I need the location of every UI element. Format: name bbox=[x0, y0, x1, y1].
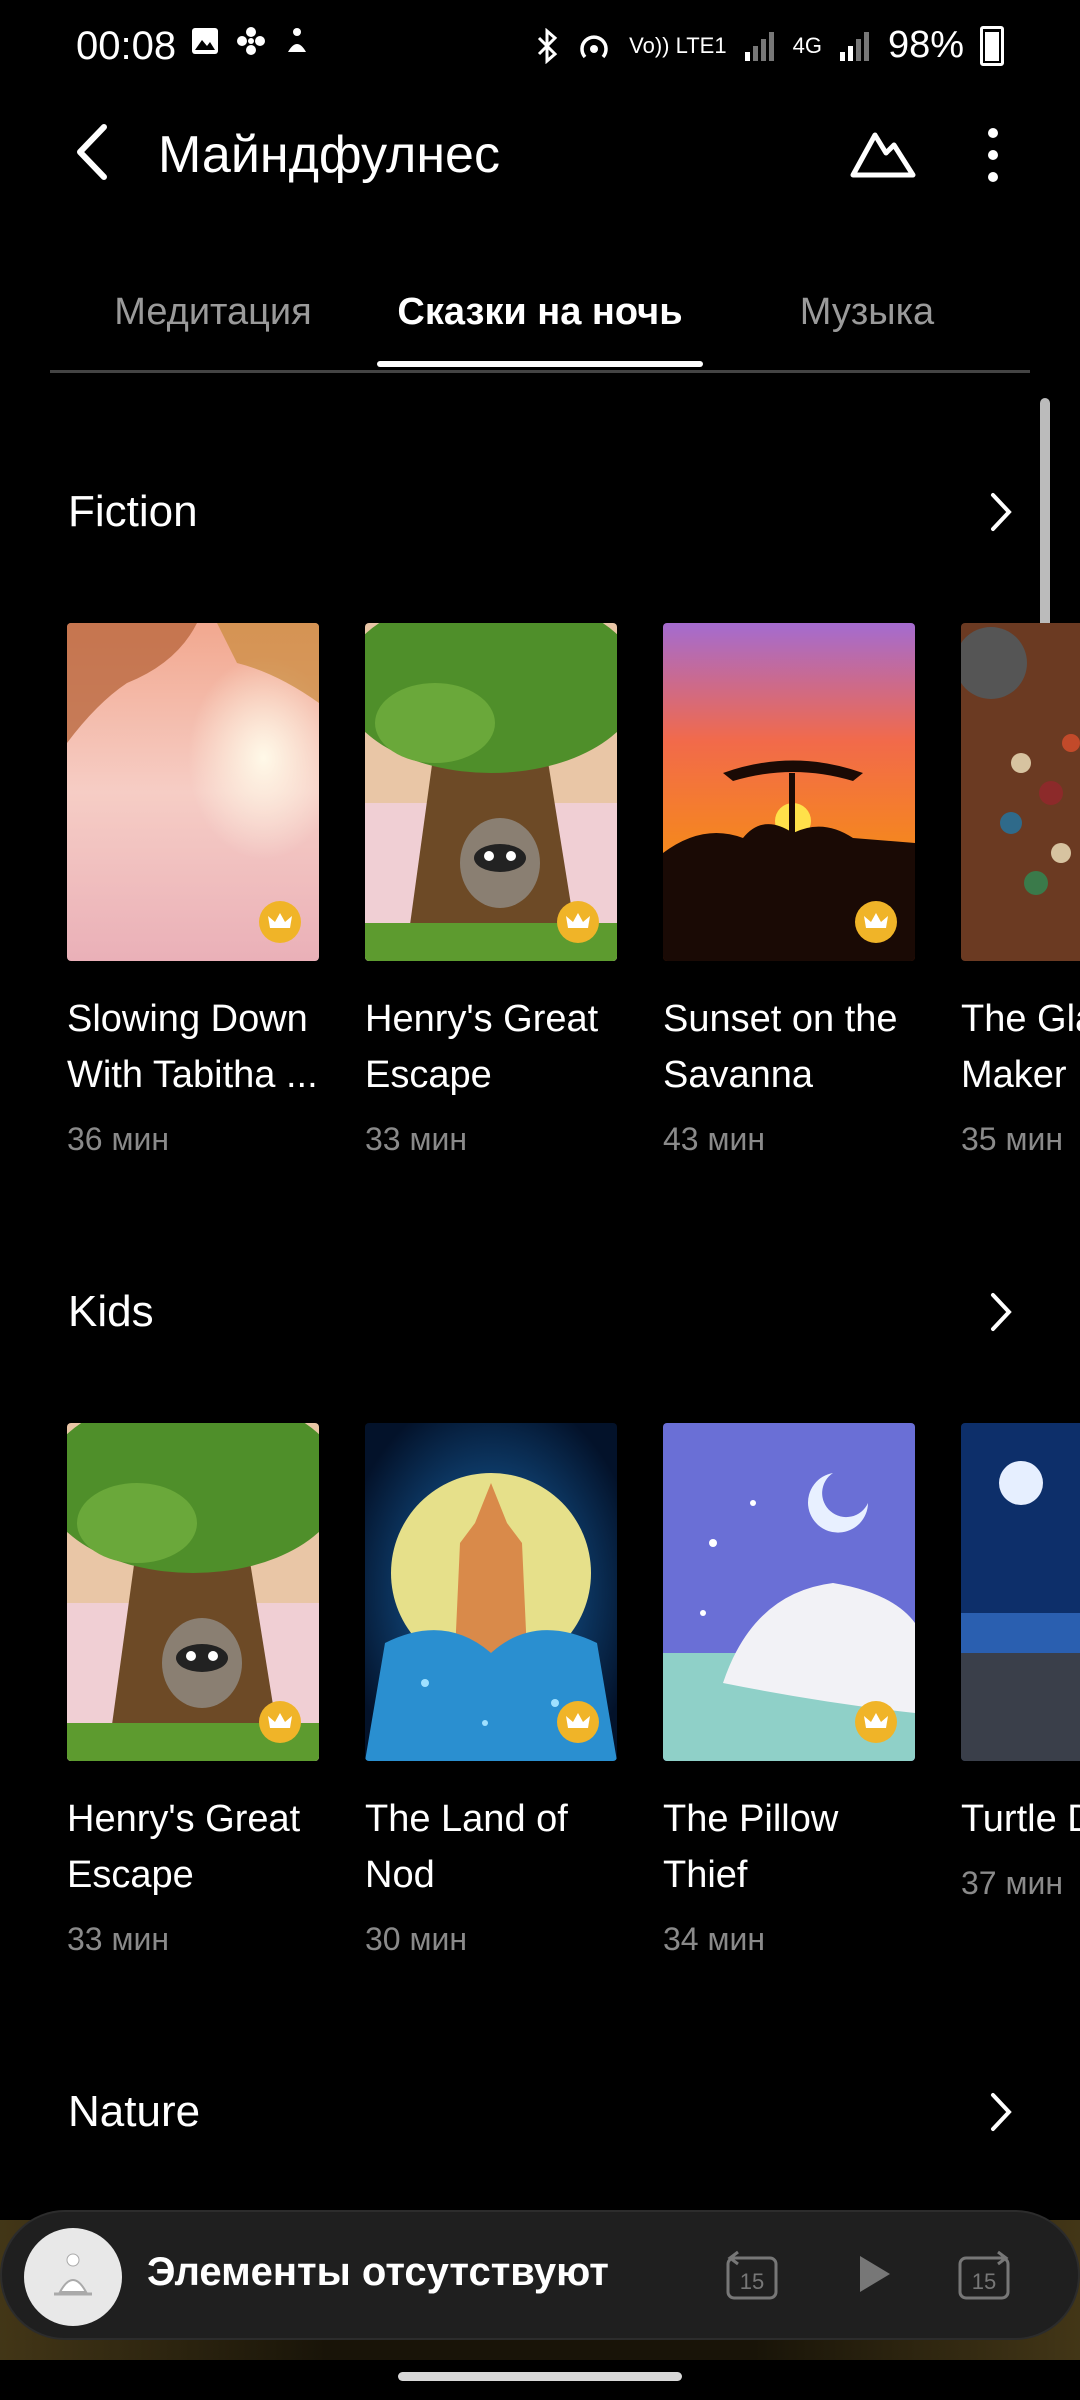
chevron-right-icon[interactable] bbox=[985, 487, 1017, 537]
chevron-right-icon[interactable] bbox=[985, 1287, 1017, 1337]
forward-15-icon[interactable]: 15 bbox=[952, 2242, 1016, 2306]
kebab-icon[interactable] bbox=[978, 125, 1008, 185]
story-title-line2: Nod bbox=[365, 1854, 435, 1896]
section-title-kids: Kids bbox=[68, 1287, 154, 1336]
crown-icon bbox=[259, 1701, 301, 1743]
crown-icon bbox=[557, 901, 599, 943]
story-card[interactable]: The Gla Maker 35 мин bbox=[961, 623, 1080, 1158]
mountain-icon[interactable] bbox=[850, 125, 916, 181]
crown-icon bbox=[855, 901, 897, 943]
volte-label: Vo)) LTE1 bbox=[629, 32, 727, 58]
story-thumbnail bbox=[961, 1423, 1080, 1761]
section-title-fiction: Fiction bbox=[68, 487, 198, 536]
story-duration: 36 мин bbox=[67, 1121, 170, 1157]
story-card[interactable]: The Pillow Thief 34 мин bbox=[663, 1423, 915, 1958]
gallery-icon bbox=[192, 28, 218, 54]
network-type: 4G bbox=[792, 32, 822, 58]
story-card[interactable]: Slowing Down With Tabitha ... 36 мин bbox=[67, 623, 319, 1158]
meditation-status-icon bbox=[288, 28, 306, 52]
battery-percent: 98% bbox=[887, 24, 964, 66]
tab-bar: Медитация Сказки на ночь Музыка bbox=[50, 260, 1030, 373]
rewind-15-icon[interactable]: 15 bbox=[720, 2242, 784, 2306]
story-title-line1: Henry's Great bbox=[365, 998, 599, 1040]
story-card[interactable]: Sunset on the Savanna 43 мин bbox=[663, 623, 915, 1158]
story-title-line1: Turtle D bbox=[961, 1798, 1080, 1840]
story-title-line1: Sunset on the bbox=[663, 998, 898, 1040]
story-card[interactable]: Turtle D 37 мин bbox=[961, 1423, 1080, 1902]
story-duration: 43 мин bbox=[663, 1121, 766, 1157]
story-title-line2: With Tabitha ... bbox=[67, 1054, 318, 1096]
active-tab-indicator bbox=[377, 361, 703, 367]
story-thumbnail bbox=[961, 623, 1080, 961]
story-thumbnail bbox=[67, 1423, 319, 1761]
rewind-15-label: 15 bbox=[740, 2269, 764, 2294]
story-title-line2: Escape bbox=[67, 1854, 194, 1896]
battery-icon bbox=[980, 25, 1004, 66]
story-thumbnail bbox=[663, 623, 915, 961]
crown-icon bbox=[259, 901, 301, 943]
story-title-line2: Maker bbox=[961, 1054, 1067, 1096]
story-card[interactable]: Henry's Great Escape 33 мин bbox=[67, 1423, 319, 1958]
story-duration: 33 мин bbox=[67, 1921, 170, 1957]
story-title-line1: Slowing Down bbox=[67, 998, 308, 1040]
bluetooth-icon bbox=[538, 27, 558, 64]
story-title-line2: Savanna bbox=[663, 1054, 814, 1096]
signal-icon bbox=[744, 31, 774, 61]
player-artwork bbox=[24, 2228, 122, 2326]
signal-icon-2 bbox=[839, 31, 869, 61]
story-duration: 35 мин bbox=[961, 1121, 1064, 1157]
story-duration: 34 мин bbox=[663, 1921, 766, 1957]
story-card[interactable]: Henry's Great Escape 33 мин bbox=[365, 623, 617, 1158]
tab-meditation[interactable]: Медитация bbox=[50, 260, 376, 365]
app-bar: Майндфулнес bbox=[0, 95, 1080, 215]
story-title-line1: The Pillow bbox=[663, 1798, 839, 1840]
section-title-nature: Nature bbox=[68, 2087, 201, 2136]
story-duration: 33 мин bbox=[365, 1121, 468, 1157]
chevron-left-icon[interactable] bbox=[64, 117, 124, 187]
page-title: Майндфулнес bbox=[158, 126, 500, 184]
home-indicator[interactable] bbox=[398, 2372, 682, 2381]
crown-icon bbox=[557, 1701, 599, 1743]
story-duration: 30 мин bbox=[365, 1921, 468, 1957]
tab-music[interactable]: Музыка bbox=[704, 260, 1030, 365]
player-status-text: Элементы отсутствуют bbox=[147, 2250, 609, 2294]
chevron-right-icon[interactable] bbox=[985, 2087, 1017, 2137]
story-duration: 37 мин bbox=[961, 1865, 1064, 1901]
meditation-icon bbox=[54, 2253, 92, 2296]
story-thumbnail bbox=[663, 1423, 915, 1761]
story-title-line1: The Gla bbox=[961, 998, 1080, 1040]
forward-15-label: 15 bbox=[972, 2269, 996, 2294]
story-title-line2: Thief bbox=[663, 1854, 748, 1896]
status-time: 00:08 bbox=[76, 24, 177, 68]
story-title-line2: Escape bbox=[365, 1054, 492, 1096]
hotspot-icon bbox=[580, 34, 608, 58]
fan-icon bbox=[237, 27, 265, 55]
story-card[interactable]: The Land of Nod 30 мин bbox=[365, 1423, 617, 1958]
story-thumbnail bbox=[365, 623, 617, 961]
play-icon[interactable] bbox=[840, 2242, 904, 2306]
story-title-line1: Henry's Great bbox=[67, 1798, 301, 1840]
story-thumbnail bbox=[67, 623, 319, 961]
mini-player[interactable]: Элементы отсутствуют 15 15 bbox=[0, 2210, 1080, 2340]
story-thumbnail bbox=[365, 1423, 617, 1761]
status-bar: 00:08 Vo)) LTE1 4G 98% bbox=[0, 0, 1080, 95]
story-title-line1: The Land of bbox=[365, 1798, 568, 1840]
tab-bedtime-stories[interactable]: Сказки на ночь bbox=[377, 260, 703, 365]
crown-icon bbox=[855, 1701, 897, 1743]
